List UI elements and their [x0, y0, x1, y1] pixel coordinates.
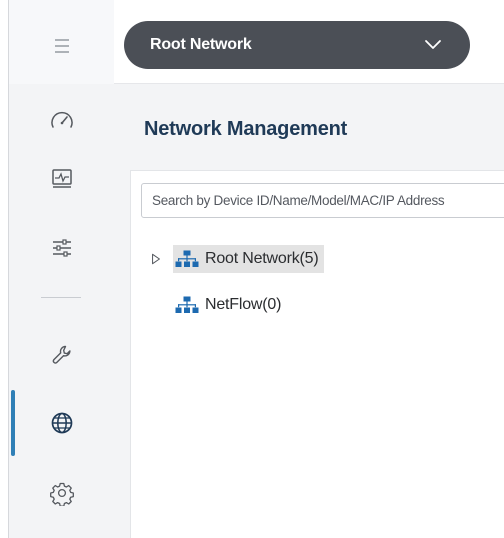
tree-node-root-network[interactable]: Root Network(5)	[149, 245, 325, 273]
wrench-icon	[52, 345, 71, 364]
chevron-down-icon	[425, 40, 441, 49]
expand-triangle-icon[interactable]	[149, 252, 163, 266]
tree-node-highlight: Root Network(5)	[173, 245, 325, 273]
dashboard-gauge-icon	[51, 111, 73, 128]
search-input[interactable]	[141, 183, 504, 218]
tree-node-label: NetFlow(0)	[205, 296, 282, 313]
sidebar-item-dashboard[interactable]	[9, 94, 115, 148]
main-content: Network Management Root Networ	[114, 84, 504, 538]
top-bar: Root Network	[114, 0, 504, 84]
menu-icon	[55, 39, 69, 53]
left-rail	[8, 0, 115, 538]
sidebar-item-system[interactable]	[9, 466, 115, 520]
rail-divider	[41, 297, 81, 298]
sidebar-item-maintenance[interactable]	[9, 328, 115, 382]
network-tree-icon	[175, 250, 199, 267]
network-tree-icon	[175, 296, 199, 313]
monitor-icon	[52, 169, 72, 188]
network-select[interactable]: Root Network	[124, 21, 470, 69]
sidebar-item-settings-filters[interactable]	[9, 221, 115, 275]
tree-node-netflow[interactable]: NetFlow(0)	[175, 291, 281, 319]
tree-node-label: Root Network(5)	[205, 250, 319, 267]
sidebar-item-network[interactable]	[9, 396, 115, 450]
network-select-value: Root Network	[150, 36, 252, 53]
network-tree-panel: Root Network(5) NetFlow(0)	[130, 170, 504, 538]
menu-button[interactable]	[9, 19, 115, 73]
page-title: Network Management	[144, 118, 348, 140]
sliders-icon	[53, 239, 71, 257]
globe-icon	[51, 412, 73, 434]
gear-icon	[50, 482, 74, 506]
sidebar-item-monitoring[interactable]	[9, 152, 115, 206]
